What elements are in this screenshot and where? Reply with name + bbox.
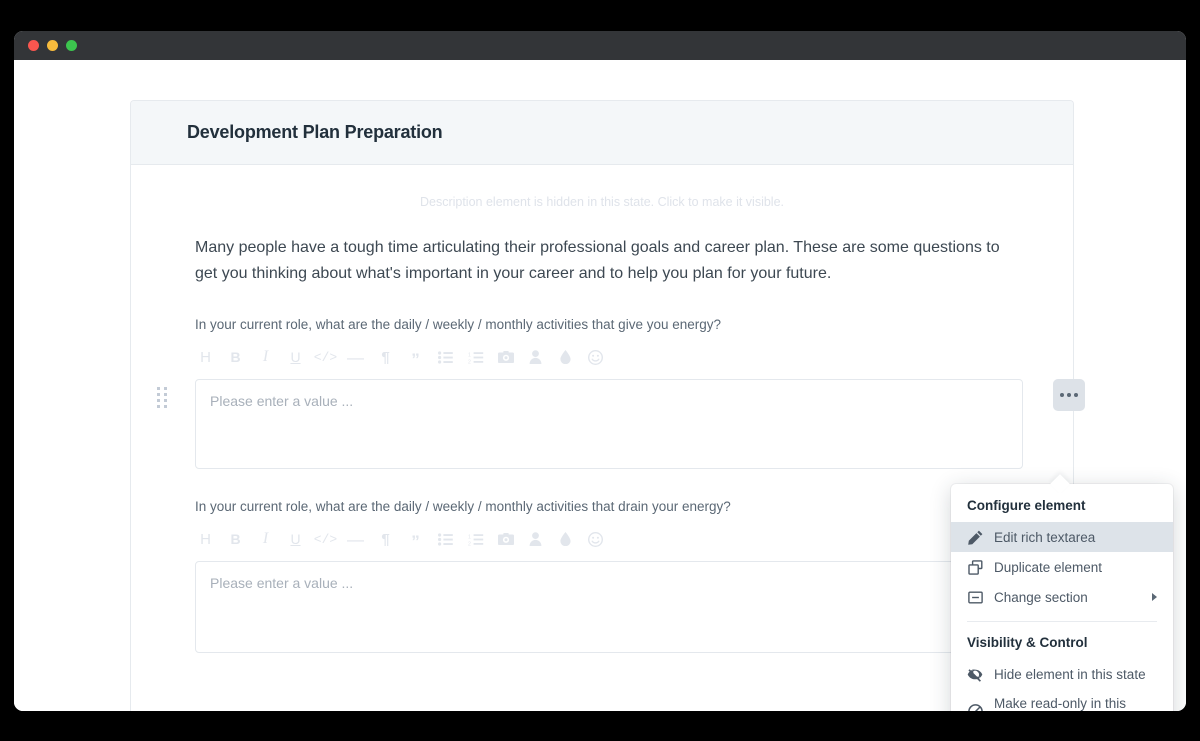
bulleted-list-icon[interactable]	[433, 345, 458, 369]
blockquote-icon[interactable]: ”	[403, 527, 428, 551]
italic-icon[interactable]: I	[253, 345, 278, 369]
section-icon	[967, 589, 983, 605]
menu-item-make-read-only[interactable]: Make read-only in this state	[951, 689, 1173, 711]
menu-item-label: Edit rich textarea	[994, 529, 1096, 545]
page-title: Development Plan Preparation	[187, 122, 443, 142]
close-window-button[interactable]	[28, 40, 39, 51]
quote-glyph: ”	[411, 531, 420, 551]
element-context-menu: Configure element Edit rich textarea Dup…	[951, 484, 1173, 711]
insert-image-icon[interactable]	[493, 345, 518, 369]
bold-glyph: B	[230, 349, 241, 365]
rich-textarea-2[interactable]: Please enter a value ...	[195, 561, 1023, 653]
code-glyph: </>	[313, 531, 338, 547]
window-titlebar	[14, 31, 1186, 60]
element-options-button[interactable]	[1053, 379, 1085, 411]
horizontal-rule-icon[interactable]: —	[343, 345, 368, 369]
pilcrow-glyph: ¶	[381, 530, 390, 548]
heading-glyph: H	[200, 530, 211, 548]
drag-handle-1[interactable]	[157, 387, 169, 409]
italic-glyph: I	[262, 530, 269, 547]
menu-divider-1	[967, 621, 1157, 622]
field-row-2: Please enter a value ...	[181, 561, 1023, 653]
code-icon[interactable]: </>	[313, 527, 338, 551]
menu-item-hide-element[interactable]: Hide element in this state	[951, 659, 1173, 689]
code-glyph: </>	[313, 349, 338, 365]
menu-item-duplicate-element[interactable]: Duplicate element	[951, 552, 1173, 582]
form-card-body: Description element is hidden in this st…	[131, 165, 1085, 653]
bold-icon[interactable]: B	[223, 345, 248, 369]
minimize-window-button[interactable]	[47, 40, 58, 51]
field-label-2: In your current role, what are the daily…	[195, 499, 731, 514]
form-card: Development Plan Preparation Description…	[130, 100, 1085, 711]
paragraph-icon[interactable]: ¶	[373, 527, 398, 551]
page-viewport: Development Plan Preparation Description…	[14, 60, 1186, 711]
bold-icon[interactable]: B	[223, 527, 248, 551]
menu-item-label: Change section	[994, 589, 1088, 605]
numbered-list-icon[interactable]: 12	[463, 345, 488, 369]
context-menu-group-title-configure: Configure element	[967, 498, 1086, 513]
menu-item-label: Hide element in this state	[994, 666, 1146, 682]
pilcrow-glyph: ¶	[381, 348, 390, 366]
rich-text-toolbar-2: H B I U </> — ¶ ” 12	[181, 526, 1023, 552]
text-color-icon[interactable]	[553, 527, 578, 551]
pencil-icon	[967, 529, 983, 545]
context-menu-group-title-visibility: Visibility & Control	[967, 635, 1088, 650]
heading-icon[interactable]: H	[193, 345, 218, 369]
italic-icon[interactable]: I	[253, 527, 278, 551]
heading-glyph: H	[200, 348, 211, 366]
form-card-header: Development Plan Preparation	[131, 101, 1073, 165]
hr-glyph: —	[347, 529, 364, 549]
intro-paragraph: Many people have a tough time articulati…	[195, 239, 1000, 282]
underline-glyph: U	[290, 349, 301, 365]
paragraph-icon[interactable]: ¶	[373, 345, 398, 369]
horizontal-rule-icon[interactable]: —	[343, 527, 368, 551]
eye-slash-icon	[967, 666, 983, 682]
field-label-1: In your current role, what are the daily…	[195, 317, 722, 332]
svg-text:2: 2	[468, 541, 471, 546]
menu-item-edit-rich-textarea[interactable]: Edit rich textarea	[951, 522, 1173, 552]
hr-glyph: —	[347, 347, 364, 367]
numbered-list-icon[interactable]: 12	[463, 527, 488, 551]
rich-textarea-1[interactable]: Please enter a value ...	[195, 379, 1023, 469]
text-color-icon[interactable]	[553, 345, 578, 369]
code-icon[interactable]: </>	[313, 345, 338, 369]
menu-item-label: Make read-only in this state	[994, 696, 1127, 711]
mention-user-icon[interactable]	[523, 527, 548, 551]
underline-glyph: U	[290, 531, 301, 547]
mention-user-icon[interactable]	[523, 345, 548, 369]
prohibited-icon	[967, 703, 983, 711]
field-row-1: Please enter a value ...	[157, 379, 1085, 469]
quote-glyph: ”	[411, 349, 420, 369]
bold-glyph: B	[230, 531, 241, 547]
svg-text:1: 1	[468, 534, 471, 540]
duplicate-icon	[967, 559, 983, 575]
menu-item-change-section[interactable]: Change section	[951, 582, 1173, 612]
heading-icon[interactable]: H	[193, 527, 218, 551]
browser-window: Development Plan Preparation Description…	[14, 31, 1186, 711]
rich-text-toolbar-1: H B I U </> — ¶ ” 12	[181, 344, 1023, 370]
insert-image-icon[interactable]	[493, 527, 518, 551]
emoji-icon[interactable]	[583, 527, 608, 551]
emoji-icon[interactable]	[583, 345, 608, 369]
italic-glyph: I	[262, 348, 269, 365]
svg-text:1: 1	[468, 352, 471, 358]
underline-icon[interactable]: U	[283, 345, 308, 369]
svg-text:2: 2	[468, 359, 471, 364]
menu-item-label: Duplicate element	[994, 559, 1103, 575]
blockquote-icon[interactable]: ”	[403, 345, 428, 369]
zoom-window-button[interactable]	[66, 40, 77, 51]
underline-icon[interactable]: U	[283, 527, 308, 551]
hidden-description-notice[interactable]: Description element is hidden in this st…	[181, 189, 1023, 235]
chevron-right-icon	[1152, 593, 1157, 601]
bulleted-list-icon[interactable]	[433, 527, 458, 551]
